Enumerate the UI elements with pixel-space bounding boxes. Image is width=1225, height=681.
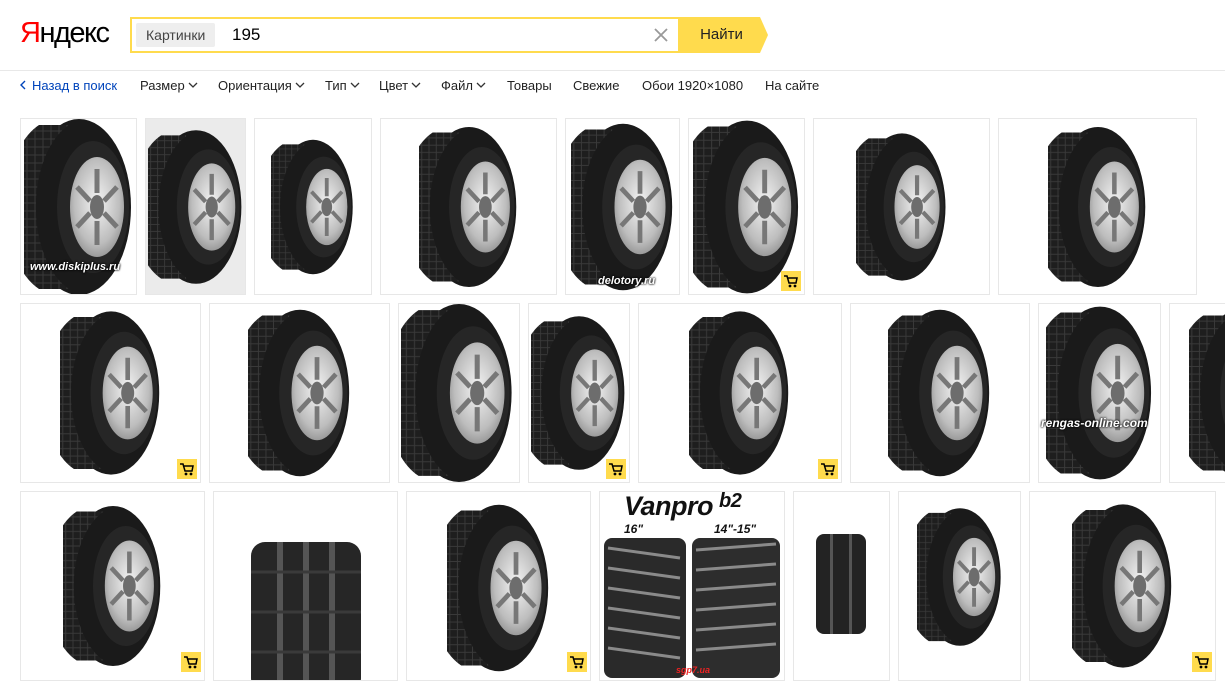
filter-type[interactable]: Тип bbox=[325, 78, 360, 94]
watermark: delotory.ru bbox=[598, 275, 656, 287]
result-image[interactable] bbox=[213, 491, 398, 681]
shopping-cart-icon[interactable] bbox=[781, 271, 801, 291]
watermark: www.diskiplus.ru bbox=[30, 261, 121, 273]
result-image[interactable] bbox=[406, 491, 591, 681]
tire-image bbox=[571, 119, 675, 295]
tire-image bbox=[916, 506, 1003, 648]
product-title-sub: b2 bbox=[719, 491, 742, 512]
result-image[interactable] bbox=[20, 303, 201, 483]
search-button-label: Найти bbox=[700, 26, 743, 43]
close-icon[interactable] bbox=[650, 24, 672, 46]
result-image[interactable]: delotory.ru bbox=[565, 118, 680, 295]
tire-image bbox=[1189, 305, 1225, 481]
filter-wallpapers[interactable]: Обои 1920×1080 bbox=[642, 78, 743, 94]
tread-image bbox=[816, 534, 866, 634]
tire-image bbox=[271, 137, 355, 276]
tire-image bbox=[148, 122, 244, 292]
result-image[interactable]: www.diskiplus.ru bbox=[20, 118, 137, 295]
chevron-down-icon bbox=[295, 82, 305, 88]
filter-size[interactable]: Размер bbox=[140, 78, 198, 94]
result-image[interactable] bbox=[898, 491, 1021, 681]
result-image[interactable] bbox=[145, 118, 246, 295]
filter-orientation-label: Ориентация bbox=[218, 78, 292, 93]
back-to-search-link[interactable]: Назад в поиск bbox=[19, 78, 117, 94]
result-image[interactable] bbox=[254, 118, 372, 295]
tire-image bbox=[689, 305, 791, 481]
result-image[interactable] bbox=[688, 118, 805, 295]
filter-fresh[interactable]: Свежие bbox=[573, 78, 619, 94]
back-to-search-label: Назад в поиск bbox=[32, 78, 118, 93]
result-image[interactable] bbox=[20, 491, 205, 681]
filter-size-label: Размер bbox=[140, 78, 185, 93]
tire-image bbox=[693, 119, 801, 295]
result-image[interactable] bbox=[850, 303, 1030, 483]
filter-file[interactable]: Файл bbox=[441, 78, 486, 94]
search-box: Картинки 195 bbox=[130, 17, 680, 53]
chevron-down-icon bbox=[350, 82, 360, 88]
result-image[interactable] bbox=[528, 303, 630, 483]
tire-image bbox=[1048, 121, 1148, 293]
shopping-cart-icon[interactable] bbox=[818, 459, 838, 479]
result-image[interactable] bbox=[638, 303, 842, 483]
chevron-left-icon bbox=[20, 80, 26, 90]
tread-image bbox=[604, 538, 780, 678]
watermark: rengas-online.com bbox=[1041, 416, 1148, 430]
yandex-logo[interactable]: Яндекс bbox=[20, 17, 110, 50]
result-image[interactable] bbox=[1029, 491, 1216, 681]
tire-image bbox=[63, 498, 163, 674]
result-image[interactable] bbox=[998, 118, 1197, 295]
tire-image bbox=[531, 308, 627, 478]
chevron-down-icon bbox=[188, 82, 198, 88]
shopping-cart-icon[interactable] bbox=[181, 652, 201, 672]
shopping-cart-icon[interactable] bbox=[606, 459, 626, 479]
result-image[interactable] bbox=[793, 491, 890, 681]
filter-orientation[interactable]: Ориентация bbox=[218, 78, 305, 94]
result-image[interactable]: Vanpro b2 16" 14"-15" sgp7.ua bbox=[599, 491, 785, 681]
search-input[interactable]: 195 bbox=[232, 25, 260, 45]
search-scope-label[interactable]: Картинки bbox=[136, 23, 216, 47]
filter-color-label: Цвет bbox=[379, 78, 409, 93]
tread-image bbox=[251, 542, 361, 680]
filter-file-label: Файл bbox=[441, 78, 473, 93]
logo-first-letter: Я bbox=[20, 17, 41, 49]
tire-image bbox=[856, 129, 948, 285]
shopping-cart-icon[interactable] bbox=[177, 459, 197, 479]
tire-image bbox=[1072, 498, 1174, 674]
logo-rest: ндекс bbox=[39, 17, 110, 49]
tire-image bbox=[419, 119, 519, 295]
product-size-label: 14"-15" bbox=[714, 522, 757, 536]
product-title-main: Vanpro bbox=[624, 491, 714, 521]
filters-bar: Назад в поиск Размер Ориентация Тип Цвет… bbox=[0, 78, 1225, 94]
tire-image bbox=[401, 304, 517, 482]
chevron-down-icon bbox=[476, 82, 486, 88]
filter-type-label: Тип bbox=[325, 78, 347, 93]
tire-image bbox=[888, 305, 992, 481]
result-image[interactable] bbox=[398, 303, 520, 483]
filter-on-site[interactable]: На сайте bbox=[765, 78, 819, 94]
result-image[interactable] bbox=[380, 118, 557, 295]
shopping-cart-icon[interactable] bbox=[1192, 652, 1212, 672]
tire-image bbox=[248, 305, 352, 481]
result-image[interactable]: rengas-online.com bbox=[1038, 303, 1161, 483]
watermark: sgp7.ua bbox=[676, 665, 711, 675]
tire-image bbox=[60, 306, 162, 480]
result-image[interactable] bbox=[1169, 303, 1225, 483]
product-title: Vanpro b2 bbox=[624, 491, 742, 522]
header-divider bbox=[0, 70, 1225, 71]
result-image[interactable] bbox=[209, 303, 390, 483]
filter-color[interactable]: Цвет bbox=[379, 78, 421, 94]
tire-image bbox=[447, 498, 551, 678]
result-image[interactable] bbox=[813, 118, 990, 295]
product-size-label: 16" bbox=[624, 522, 644, 536]
search-button[interactable]: Найти bbox=[680, 17, 768, 53]
chevron-down-icon bbox=[411, 82, 421, 88]
tire-image bbox=[1046, 305, 1154, 481]
shopping-cart-icon[interactable] bbox=[567, 652, 587, 672]
filter-goods[interactable]: Товары bbox=[507, 78, 552, 94]
